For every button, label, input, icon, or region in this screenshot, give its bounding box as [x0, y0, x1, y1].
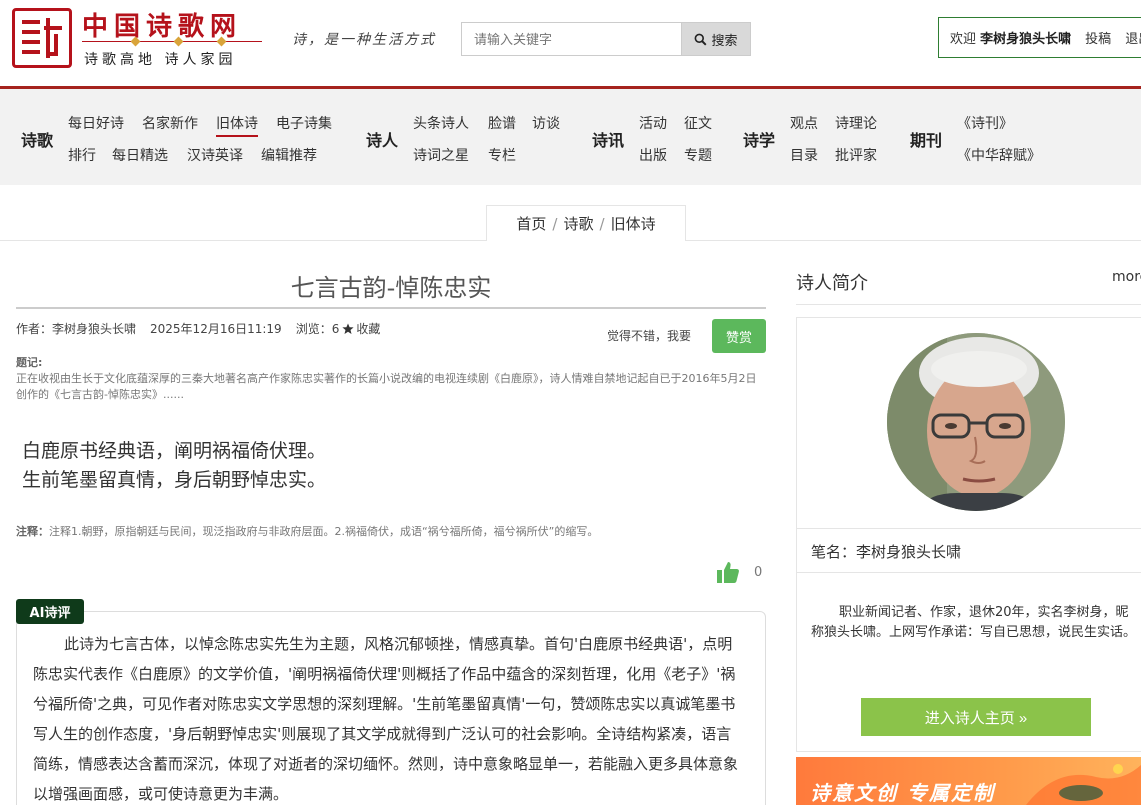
card-divider: [796, 528, 1141, 529]
nav-link-stars[interactable]: 诗词之星: [413, 145, 469, 165]
poet-bio: 职业新闻记者、作家，退休20年，实名李树身，昵称狼头长啸。上网写作承诺：写自已思…: [811, 605, 1137, 640]
logo-divider: [82, 36, 262, 47]
search-icon: [695, 33, 707, 45]
sidebar-divider: [796, 304, 1141, 305]
nav-link-contests[interactable]: 征文: [684, 113, 712, 133]
site-header: 中国诗歌网 诗歌高地 诗人家园 诗，是一种生活方式 搜索 欢迎 李树身狼头长啸 …: [0, 0, 1141, 89]
breadcrumb-poetry[interactable]: 诗歌: [563, 213, 593, 234]
nav-head-poets[interactable]: 诗人: [366, 127, 398, 151]
nav-link-daily-poem[interactable]: 每日好诗: [68, 113, 124, 133]
poem-title: 七言古韵-悼陈忠实: [290, 274, 492, 302]
nav-head-poetics[interactable]: 诗学: [743, 127, 775, 151]
more-link[interactable]: more: [1112, 269, 1141, 285]
praise-button[interactable]: 赞赏: [712, 319, 766, 353]
favorite-label: 收藏: [356, 322, 381, 336]
nav-link-events[interactable]: 活动: [639, 113, 667, 133]
breadcrumb: 首页 / 诗歌 / 旧体诗: [486, 205, 686, 241]
breadcrumb-separator: /: [552, 214, 558, 233]
site-slogan: 诗，是一种生活方式: [292, 32, 436, 48]
nav-link-interviews[interactable]: 访谈: [532, 113, 560, 133]
promo-banner[interactable]: 诗意文创 专属定制: [796, 757, 1141, 805]
nav-head-news[interactable]: 诗讯: [592, 127, 624, 151]
nav-link-faces[interactable]: 脸谱: [488, 113, 516, 133]
nav-link-topics[interactable]: 专题: [684, 145, 712, 165]
site-subtitle: 诗歌高地 诗人家园: [84, 52, 237, 68]
poet-intro-heading: 诗人简介: [796, 273, 868, 294]
nav-head-poetry[interactable]: 诗歌: [21, 127, 53, 151]
site-title[interactable]: 中国诗歌网: [82, 6, 242, 43]
welcome-text: 欢迎 李树身狼头长啸: [950, 32, 1072, 47]
nav-link-views[interactable]: 观点: [790, 113, 818, 133]
like-count: 0: [754, 564, 763, 580]
main-nav: 诗歌 每日好诗 名家新作 旧体诗 电子诗集 排行 每日精选 汉诗英译 编辑推荐 …: [0, 89, 1141, 185]
card-divider: [796, 572, 1141, 573]
annotation-label: 注释：: [16, 525, 49, 538]
pen-name: 笔名：李树身狼头长啸: [811, 543, 962, 561]
nav-link-columns[interactable]: 专栏: [488, 145, 516, 165]
thumbs-up-icon: [717, 562, 739, 583]
enter-poet-home-button[interactable]: 进入诗人主页 »: [861, 698, 1091, 736]
epigraph-label: 题记:: [16, 356, 43, 369]
like-button[interactable]: 0: [716, 560, 762, 584]
favorite-button[interactable]: 收藏: [342, 320, 380, 337]
ai-review-tag: AI诗评: [16, 599, 84, 624]
nav-link-catalog[interactable]: 目录: [790, 145, 818, 165]
submit-link[interactable]: 投稿: [1085, 28, 1111, 47]
search-button-label: 搜索: [711, 32, 738, 48]
username[interactable]: 李树身狼头长啸: [980, 32, 1071, 47]
nav-link-cifu[interactable]: 《中华辞赋》: [957, 145, 1041, 165]
welcome-box: 欢迎 李树身狼头长啸 投稿 退出: [938, 17, 1141, 58]
nav-link-critics[interactable]: 批评家: [835, 145, 877, 165]
poem-datetime: 2025年12月16日11:19: [150, 322, 282, 336]
nav-link-publishing[interactable]: 出版: [639, 145, 667, 165]
nav-link-editor-pick[interactable]: 编辑推荐: [261, 145, 317, 165]
nav-link-theory[interactable]: 诗理论: [835, 113, 877, 133]
breadcrumb-separator: /: [599, 214, 605, 233]
search-button[interactable]: 搜索: [681, 22, 751, 56]
poem-body: 白鹿原书经典语，阐明祸福倚伏理。 生前笔墨留真情，身后朝野悼忠实。: [22, 437, 326, 495]
praise-prompt: 觉得不错，我要: [607, 329, 692, 343]
nav-link-daily-pick[interactable]: 每日精选: [112, 145, 168, 165]
annotation: 注释：注释1.朝野，原指朝廷与民间，现泛指政府与非政府层面。2.祸福倚伏，成语“…: [16, 523, 766, 539]
nav-link-ebook[interactable]: 电子诗集: [276, 113, 332, 133]
poet-avatar[interactable]: [887, 333, 1065, 511]
nav-link-ranking[interactable]: 排行: [68, 145, 96, 165]
poem-line: 白鹿原书经典语，阐明祸福倚伏理。: [22, 440, 327, 462]
ai-review-text: 此诗为七言古体，以悼念陈忠实先生为主题，风格沉郁顿挫，情感真挚。首句'白鹿原书经…: [33, 635, 739, 803]
star-icon: [342, 323, 354, 334]
breadcrumb-classical[interactable]: 旧体诗: [611, 213, 656, 234]
banner-text: 诗意文创 专属定制: [810, 781, 995, 805]
poem-line: 生前笔墨留真情，身后朝野悼忠实。: [22, 469, 327, 491]
site-logo-icon[interactable]: [12, 8, 72, 68]
nav-link-headline-poets[interactable]: 头条诗人: [413, 113, 469, 133]
nav-link-classical-poetry[interactable]: 旧体诗: [216, 113, 258, 137]
epigraph-text: 正在收视由生长于文化底蕴深厚的三秦大地著名高产作家陈忠实著作的长篇小说改编的电视…: [16, 372, 757, 401]
annotation-text: 注释1.朝野，原指朝廷与民间，现泛指政府与非政府层面。2.祸福倚伏，成语“祸兮福…: [49, 525, 599, 538]
logout-link[interactable]: 退出: [1125, 28, 1141, 47]
breadcrumb-home[interactable]: 首页: [516, 213, 546, 234]
search-input[interactable]: [461, 22, 681, 56]
poem-author[interactable]: 作者：李树身狼头长啸: [16, 320, 136, 337]
poem-views: 浏览：6: [295, 322, 340, 336]
nav-link-translation[interactable]: 汉诗英译: [187, 145, 243, 165]
banner-decoration-icon: [1026, 764, 1141, 805]
poem-meta: 作者：李树身狼头长啸 2025年12月16日11:19 浏览：6 收藏: [16, 320, 380, 337]
nav-head-journals[interactable]: 期刊: [910, 127, 942, 151]
nav-link-new-works[interactable]: 名家新作: [142, 113, 198, 133]
nav-link-shikan[interactable]: 《诗刊》: [957, 113, 1013, 133]
title-divider: [16, 307, 766, 309]
